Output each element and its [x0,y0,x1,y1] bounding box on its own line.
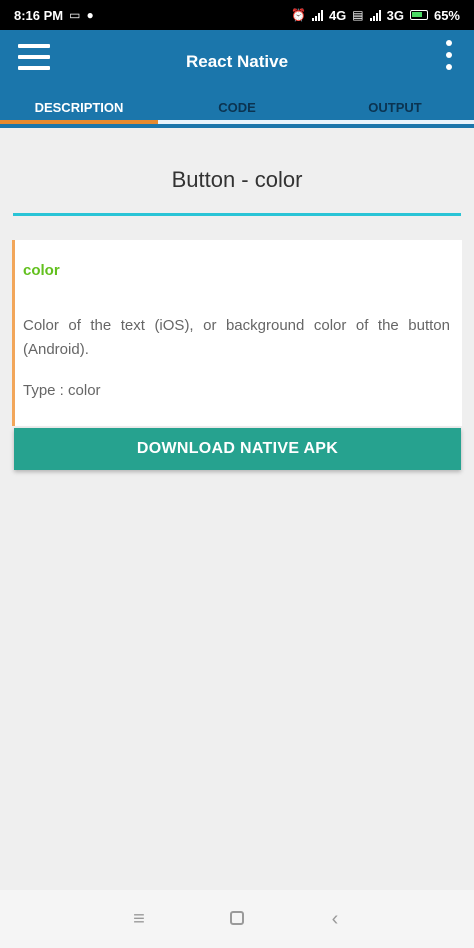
signal-1-icon [311,9,323,21]
app-bar: React Native [0,30,474,96]
battery-icon [409,10,428,20]
system-nav-bar: ≡ ‹ [0,890,474,948]
property-description: Color of the text (iOS), or background c… [23,317,450,358]
app-title: React Native [185,52,289,71]
screen-record-icon: ▭ [69,8,81,22]
title-divider [13,213,461,216]
volte-icon: ▤ [352,8,364,22]
back-icon[interactable]: ‹ [315,908,355,931]
property-name: color [23,262,60,279]
recent-apps-icon[interactable]: ≡ [119,908,159,931]
more-options-icon[interactable] [444,40,454,70]
status-right: ⏰ 4G ▤ 3G 65% [291,8,460,23]
property-card: color Color of the text (iOS), or backgr… [12,240,462,426]
battery-percent: 65% [433,7,460,23]
page-title: Button - color [171,167,303,192]
signal-2-icon [369,9,381,21]
alarm-icon: ⏰ [290,8,306,22]
status-time: 8:16 PM [14,7,64,23]
status-bar: 8:16 PM ▭ ● ⏰ 4G ▤ 3G 65% [0,0,474,30]
network-label-1: 4G [328,7,347,23]
tab-bar-edge [0,124,474,128]
status-left: 8:16 PM ▭ ● [14,8,94,23]
property-type: Type : color [23,382,101,399]
network-label-2: 3G [386,7,404,23]
download-native-apk-button[interactable]: DOWNLOAD NATIVE APK [14,428,461,470]
chat-icon: ● [86,8,94,22]
home-icon[interactable] [217,908,257,931]
